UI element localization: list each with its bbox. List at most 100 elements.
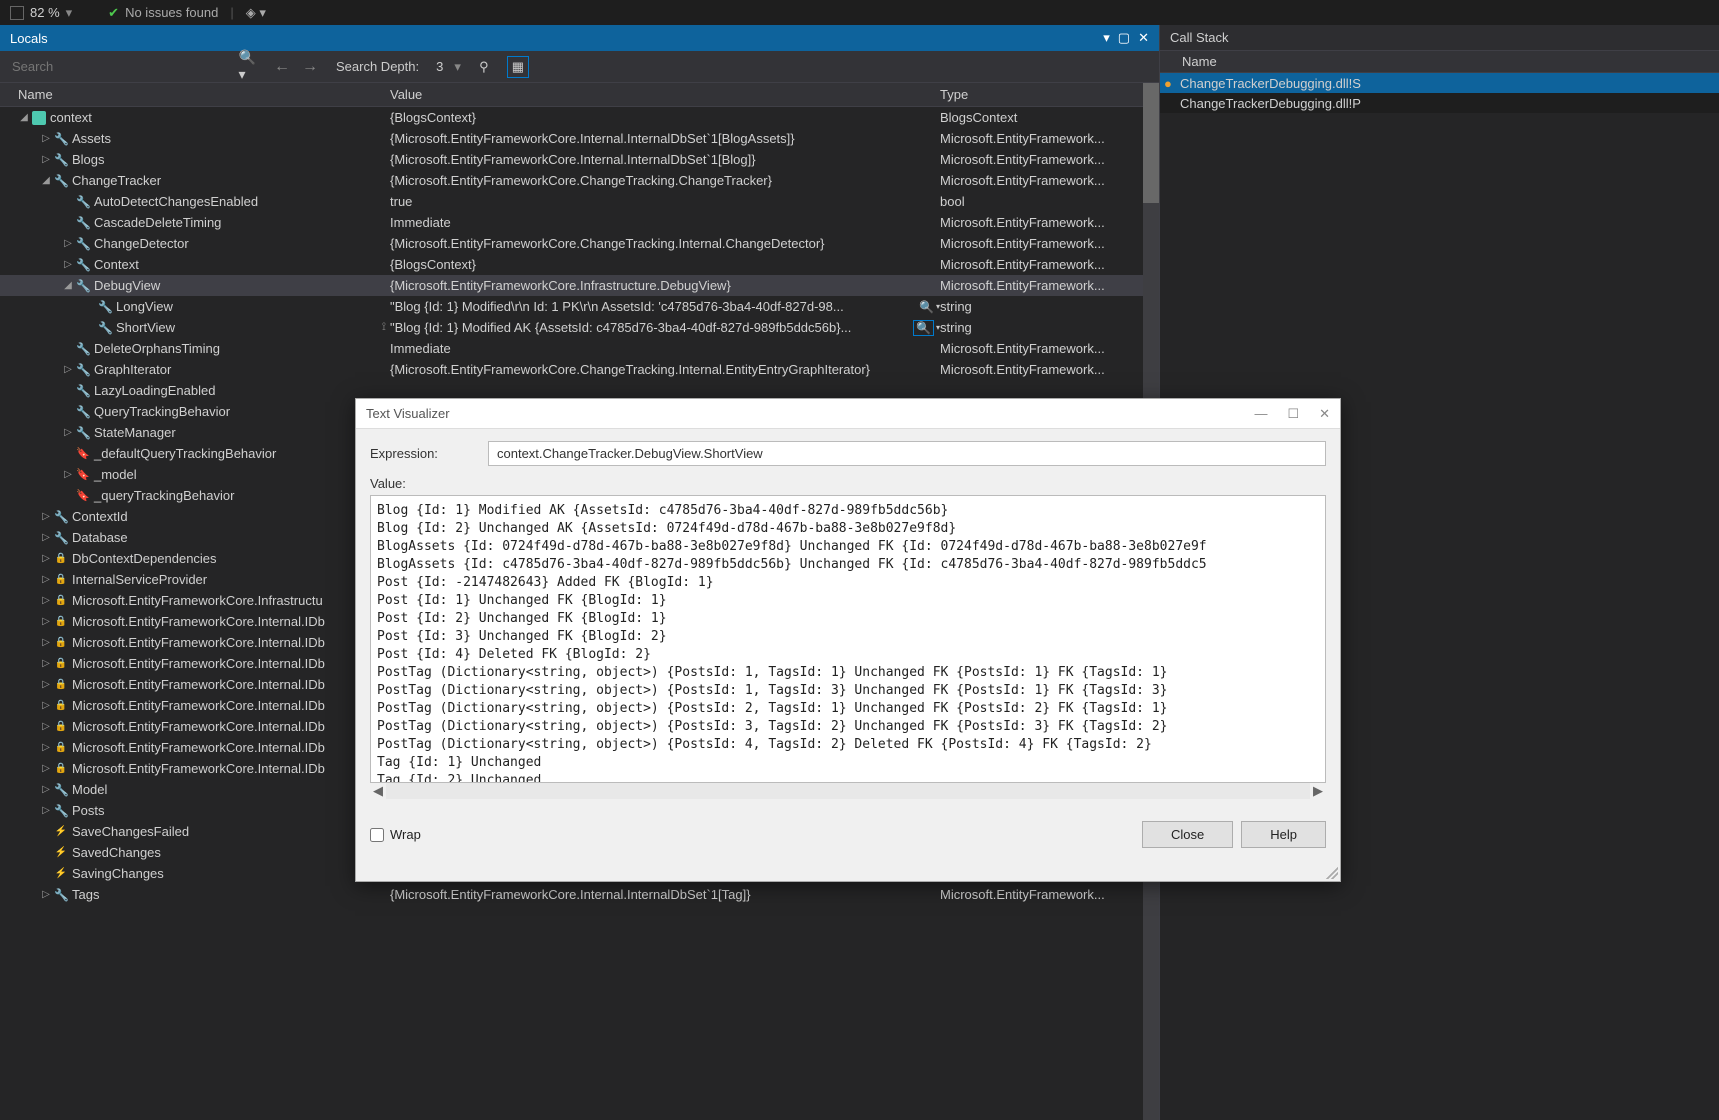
row-type: Microsoft.EntityFramework... [940, 131, 1159, 146]
expand-icon[interactable] [62, 364, 74, 376]
search-icon[interactable]: 🔍 ▾ [239, 49, 264, 83]
expand-icon[interactable] [62, 259, 74, 271]
wrap-checkbox-input[interactable] [370, 828, 384, 842]
locals-row[interactable]: AutoDetectChangesEnabled true bool [0, 191, 1159, 212]
expand-icon[interactable] [40, 658, 52, 670]
expand-icon[interactable] [40, 574, 52, 586]
expand-icon[interactable] [40, 805, 52, 817]
callstack-row[interactable]: ChangeTrackerDebugging.dll!S [1160, 73, 1719, 93]
wrap-checkbox[interactable]: Wrap [370, 827, 421, 842]
row-value[interactable]: {Microsoft.EntityFrameworkCore.Internal.… [390, 131, 940, 146]
close-icon[interactable]: ✕ [1138, 30, 1149, 46]
zoom-level: 82 % [30, 5, 60, 20]
locals-row[interactable]: ChangeDetector {Microsoft.EntityFramewor… [0, 233, 1159, 254]
pin-row-icon[interactable]: ⟟ [382, 321, 386, 334]
depth-dropdown-icon[interactable]: ▾ [454, 59, 461, 75]
expand-icon[interactable] [40, 700, 52, 712]
expand-icon[interactable] [40, 553, 52, 565]
row-value[interactable]: {BlogsContext} [390, 110, 940, 125]
window-dropdown-icon[interactable]: ▾ [1103, 30, 1110, 46]
callstack-col-header[interactable]: Name [1160, 51, 1719, 73]
locals-row[interactable]: Blogs {Microsoft.EntityFrameworkCore.Int… [0, 149, 1159, 170]
highlight-icon[interactable]: ▦ [507, 56, 529, 78]
locals-row[interactable]: DeleteOrphansTiming Immediate Microsoft.… [0, 338, 1159, 359]
nav-back-icon[interactable]: ← [274, 58, 290, 76]
row-value[interactable]: "Blog {Id: 1} Modified\r\n Id: 1 PK\r\n … [390, 299, 940, 314]
expand-icon[interactable] [40, 511, 52, 523]
locals-row[interactable]: Tags {Microsoft.EntityFrameworkCore.Inte… [0, 884, 1159, 905]
locals-row[interactable]: ChangeTracker {Microsoft.EntityFramework… [0, 170, 1159, 191]
expand-icon[interactable] [40, 133, 52, 145]
value-textarea[interactable]: Blog {Id: 1} Modified AK {AssetsId: c478… [370, 495, 1326, 783]
row-value[interactable]: {Microsoft.EntityFrameworkCore.ChangeTra… [390, 362, 940, 377]
col-name[interactable]: Name [0, 87, 390, 102]
row-value[interactable]: {Microsoft.EntityFrameworkCore.ChangeTra… [390, 236, 940, 251]
locals-row[interactable]: LongView "Blog {Id: 1} Modified\r\n Id: … [0, 296, 1159, 317]
row-value[interactable]: {Microsoft.EntityFrameworkCore.Internal.… [390, 152, 940, 167]
expand-icon[interactable] [62, 427, 74, 439]
row-value[interactable]: "Blog {Id: 1} Modified AK {AssetsId: c47… [390, 320, 940, 336]
tag-icon [76, 468, 90, 482]
row-value[interactable]: {Microsoft.EntityFrameworkCore.ChangeTra… [390, 173, 940, 188]
magnifier-icon[interactable]: 🔍 [919, 300, 934, 314]
locals-row[interactable]: context {BlogsContext} BlogsContext [0, 107, 1159, 128]
row-name: QueryTrackingBehavior [94, 404, 230, 419]
expand-icon[interactable] [40, 679, 52, 691]
nav-forward-icon[interactable]: → [302, 58, 318, 76]
depth-value[interactable]: 3 [429, 57, 450, 76]
callstack-row[interactable]: ChangeTrackerDebugging.dll!P [1160, 93, 1719, 113]
expand-icon[interactable] [40, 889, 52, 901]
row-value[interactable]: {Microsoft.EntityFrameworkCore.Internal.… [390, 887, 940, 902]
expand-icon[interactable] [62, 238, 74, 250]
row-name: Microsoft.EntityFrameworkCore.Internal.I… [72, 656, 325, 671]
lock-icon [54, 636, 68, 650]
lock-icon [54, 615, 68, 629]
locals-row[interactable]: DebugView {Microsoft.EntityFrameworkCore… [0, 275, 1159, 296]
filter-icon[interactable]: ⚲ [473, 56, 495, 78]
row-value[interactable]: true [390, 194, 940, 209]
close-dialog-icon[interactable]: ✕ [1319, 406, 1330, 422]
col-value[interactable]: Value [390, 87, 940, 102]
row-name: LazyLoadingEnabled [94, 383, 215, 398]
help-button[interactable]: Help [1241, 821, 1326, 848]
expand-icon[interactable] [62, 469, 74, 481]
expand-icon[interactable] [62, 280, 74, 292]
expand-icon[interactable] [40, 616, 52, 628]
expand-icon[interactable] [40, 595, 52, 607]
locals-row[interactable]: Assets {Microsoft.EntityFrameworkCore.In… [0, 128, 1159, 149]
magnifier-icon[interactable]: 🔍 [913, 320, 934, 336]
expand-icon[interactable] [40, 637, 52, 649]
row-value[interactable]: {BlogsContext} [390, 257, 940, 272]
expand-icon[interactable] [18, 112, 30, 124]
close-button[interactable]: Close [1142, 821, 1233, 848]
maximize-icon[interactable]: ☐ [1287, 406, 1299, 422]
expand-icon[interactable] [40, 721, 52, 733]
row-name: Microsoft.EntityFrameworkCore.Internal.I… [72, 698, 325, 713]
row-value[interactable]: Immediate [390, 215, 940, 230]
expand-icon[interactable] [40, 532, 52, 544]
tag-icon[interactable]: ◈ ▾ [246, 5, 266, 21]
locals-row[interactable]: CascadeDeleteTiming Immediate Microsoft.… [0, 212, 1159, 233]
expand-icon[interactable] [40, 742, 52, 754]
horizontal-scrollbar[interactable]: ◀▶ [370, 783, 1326, 799]
expression-input[interactable] [488, 441, 1326, 466]
expand-icon[interactable] [40, 784, 52, 796]
expand-icon[interactable] [40, 154, 52, 166]
pin-icon[interactable]: ▢ [1118, 30, 1130, 46]
row-name: Assets [72, 131, 111, 146]
minimize-icon[interactable]: — [1254, 406, 1267, 422]
locals-row[interactable]: GraphIterator {Microsoft.EntityFramework… [0, 359, 1159, 380]
expand-icon[interactable] [40, 175, 52, 187]
row-value[interactable]: Immediate [390, 341, 940, 356]
col-type[interactable]: Type [940, 87, 1159, 102]
search-field[interactable] [12, 59, 239, 74]
resize-grip-icon[interactable] [1326, 867, 1338, 879]
expand-icon[interactable] [40, 763, 52, 775]
row-value[interactable]: {Microsoft.EntityFrameworkCore.Infrastru… [390, 278, 940, 293]
search-input[interactable]: 🔍 ▾ [8, 47, 268, 86]
tag-icon [76, 489, 90, 503]
locals-row[interactable]: Context {BlogsContext} Microsoft.EntityF… [0, 254, 1159, 275]
checkbox-icon[interactable] [10, 6, 24, 20]
chevron-down-icon[interactable]: ▾ [66, 5, 73, 21]
locals-row[interactable]: ShortView ⟟ "Blog {Id: 1} Modified AK {A… [0, 317, 1159, 338]
